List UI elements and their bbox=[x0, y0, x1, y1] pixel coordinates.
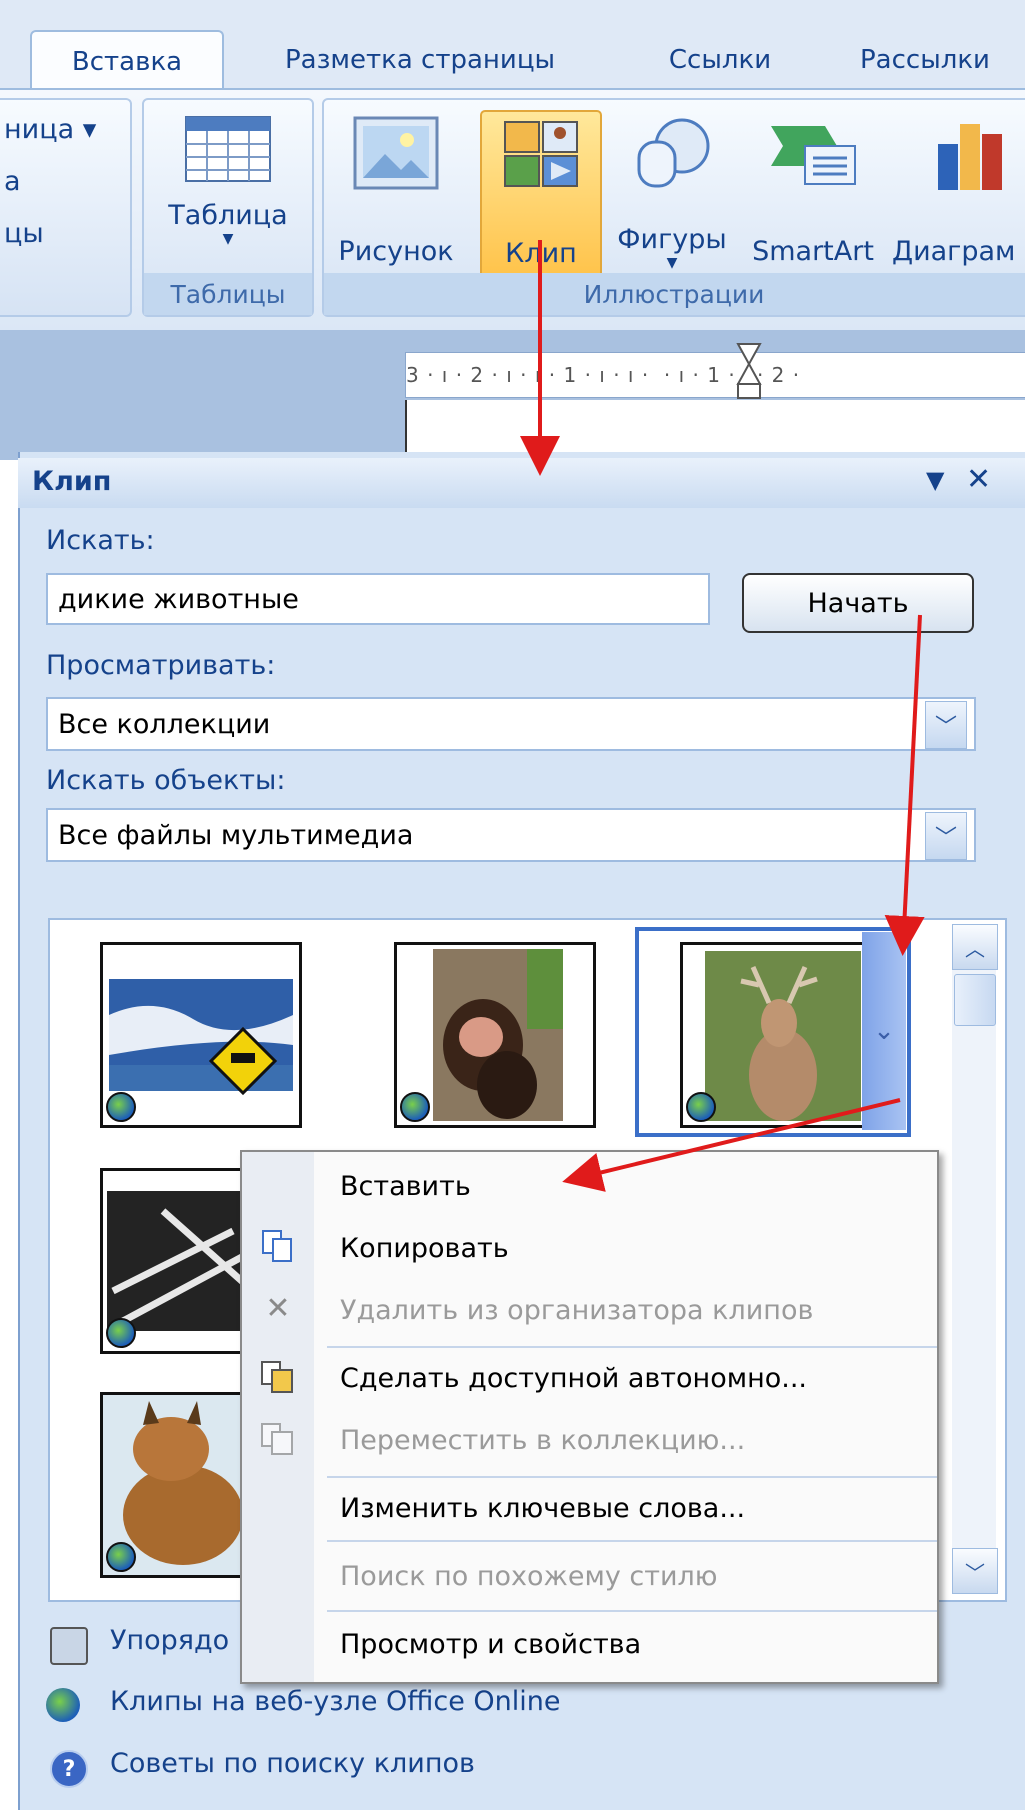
annotation-arrows bbox=[520, 240, 925, 1192]
annotation-arrow bbox=[884, 614, 925, 956]
annotation-arrow bbox=[562, 1098, 901, 1192]
